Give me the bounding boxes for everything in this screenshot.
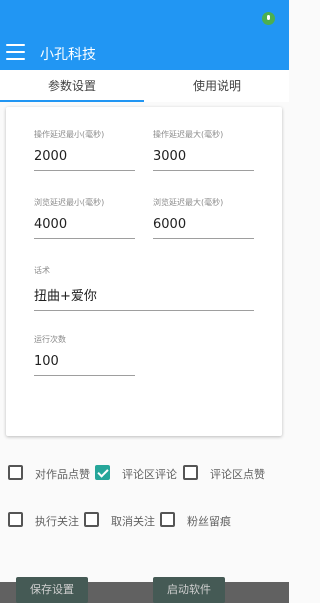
browse-delay-max-field[interactable]: 浏览延迟最大(毫秒) 6000 — [153, 197, 254, 239]
tab-instructions[interactable]: 使用说明 — [145, 70, 289, 102]
field-label: 话术 — [34, 266, 50, 275]
menu-icon[interactable] — [6, 44, 25, 60]
comment-checkbox[interactable] — [95, 465, 110, 480]
field-label: 操作延迟最小(毫秒) — [34, 130, 105, 139]
like-works-label: 对作品点赞 — [35, 468, 90, 481]
unfollow-label: 取消关注 — [111, 515, 155, 528]
fan-trace-label: 粉丝留痕 — [187, 515, 231, 528]
like-works-checkbox[interactable] — [8, 465, 23, 480]
comment-like-label: 评论区点赞 — [210, 468, 265, 481]
op-delay-max-field[interactable]: 操作延迟最大(毫秒) 3000 — [153, 129, 254, 171]
app-title: 小孔科技 — [40, 47, 96, 63]
tab-bar: 参数设置 使用说明 — [0, 70, 289, 102]
checkbox-row-2: 执行关注 取消关注 粉丝留痕 — [0, 512, 289, 532]
tab-params[interactable]: 参数设置 — [0, 70, 144, 102]
follow-checkbox[interactable] — [8, 512, 23, 527]
app-bar: 小孔科技 — [0, 36, 289, 70]
field-label: 浏览延迟最小(毫秒) — [34, 198, 105, 207]
op-delay-max-input[interactable]: 3000 — [153, 149, 254, 171]
field-label: 运行次数 — [34, 335, 66, 344]
start-software-button[interactable]: 启动软件 — [153, 577, 225, 603]
unfollow-checkbox[interactable] — [84, 512, 99, 527]
save-settings-button[interactable]: 保存设置 — [16, 577, 88, 603]
comment-label: 评论区评论 — [122, 468, 177, 481]
op-delay-min-input[interactable]: 2000 — [34, 149, 135, 171]
mic-icon — [262, 12, 275, 25]
field-label: 浏览延迟最大(毫秒) — [153, 198, 224, 207]
fan-trace-checkbox[interactable] — [160, 512, 175, 527]
run-count-field[interactable]: 运行次数 100 — [34, 334, 135, 376]
op-delay-min-field[interactable]: 操作延迟最小(毫秒) 2000 — [34, 129, 135, 171]
follow-label: 执行关注 — [35, 515, 79, 528]
status-bar — [0, 0, 289, 36]
speech-input[interactable]: 扭曲+爱你 — [34, 285, 254, 311]
speech-field[interactable]: 话术 扭曲+爱你 — [34, 265, 254, 311]
comment-like-checkbox[interactable] — [183, 465, 198, 480]
checkbox-row-1: 对作品点赞 评论区评论 评论区点赞 — [0, 465, 289, 485]
browse-delay-min-input[interactable]: 4000 — [34, 217, 135, 239]
browse-delay-max-input[interactable]: 6000 — [153, 217, 254, 239]
settings-card: 操作延迟最小(毫秒) 2000 操作延迟最大(毫秒) 3000 浏览延迟最小(毫… — [6, 107, 282, 436]
field-label: 操作延迟最大(毫秒) — [153, 130, 224, 139]
run-count-input[interactable]: 100 — [34, 354, 135, 376]
browse-delay-min-field[interactable]: 浏览延迟最小(毫秒) 4000 — [34, 197, 135, 239]
